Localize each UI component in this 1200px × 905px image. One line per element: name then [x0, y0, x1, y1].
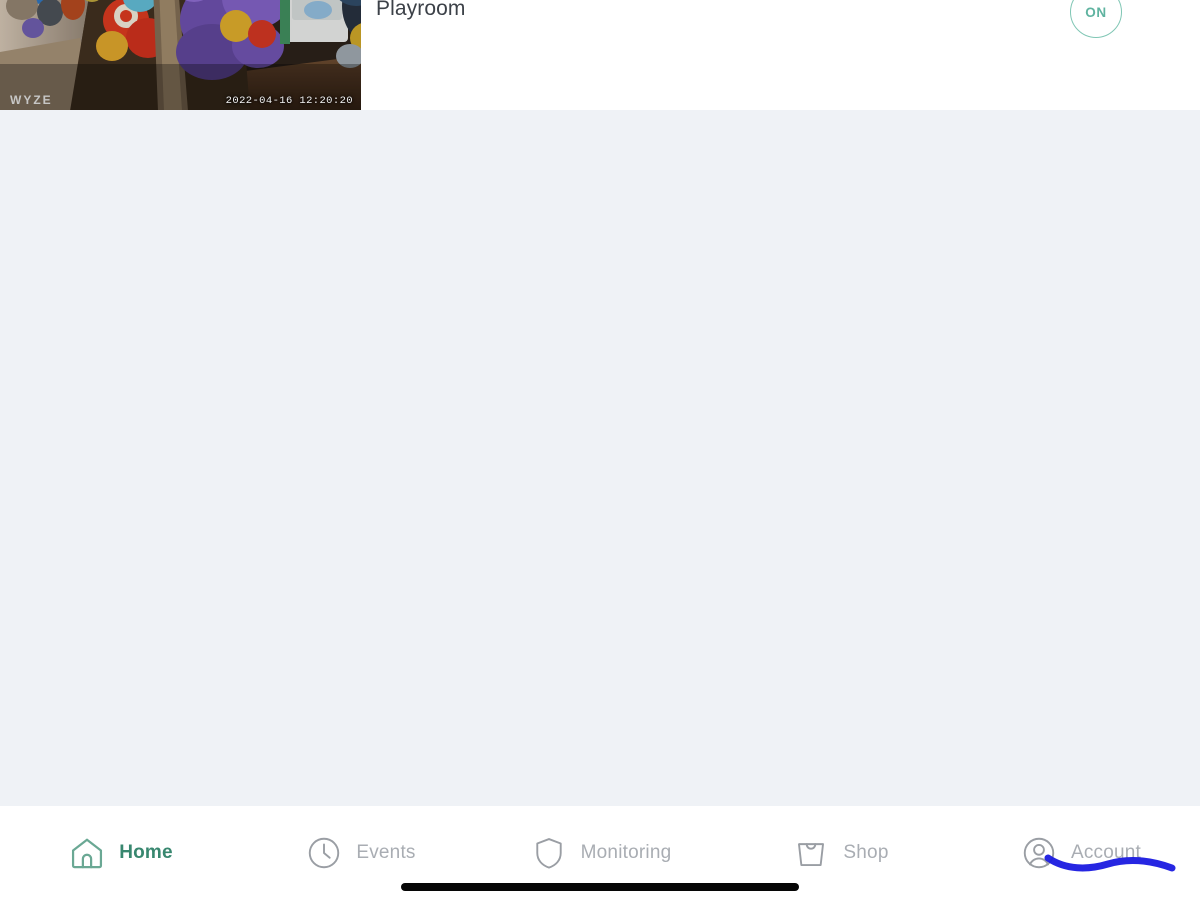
- tab-shop-label: Shop: [843, 842, 889, 863]
- shopping-bag-icon: [791, 833, 831, 873]
- camera-timestamp: 2022-04-16 12:20:20: [225, 95, 353, 107]
- power-toggle-label: ON: [1085, 4, 1107, 20]
- clock-icon: [304, 833, 344, 873]
- app-screen: WYZE 2022-04-16 12:20:20 Playroom ON Hom…: [0, 0, 1200, 905]
- user-circle-icon: [1019, 833, 1059, 873]
- tab-monitoring[interactable]: Monitoring: [480, 806, 720, 876]
- tab-home[interactable]: Home: [0, 806, 240, 876]
- device-name-label: Playroom: [376, 0, 466, 20]
- device-card-playroom[interactable]: WYZE 2022-04-16 12:20:20 Playroom ON: [0, 0, 1200, 110]
- tab-account-label: Account: [1070, 842, 1142, 863]
- tab-shop[interactable]: Shop: [720, 806, 960, 876]
- home-indicator-bar: [401, 883, 799, 891]
- home-icon: [67, 833, 107, 873]
- content-scroll-area: [0, 110, 1200, 806]
- power-toggle-button[interactable]: ON: [1070, 0, 1122, 38]
- camera-thumbnail[interactable]: WYZE 2022-04-16 12:20:20: [0, 0, 361, 110]
- tab-account[interactable]: Account: [960, 806, 1200, 876]
- tab-events-label: Events: [356, 842, 416, 863]
- tab-events[interactable]: Events: [240, 806, 480, 876]
- wyze-watermark: WYZE: [10, 93, 53, 107]
- camera-snapshot-icon: [0, 0, 361, 110]
- shield-icon: [529, 833, 569, 873]
- tab-monitoring-label: Monitoring: [580, 842, 672, 863]
- tab-home-label: Home: [119, 842, 173, 863]
